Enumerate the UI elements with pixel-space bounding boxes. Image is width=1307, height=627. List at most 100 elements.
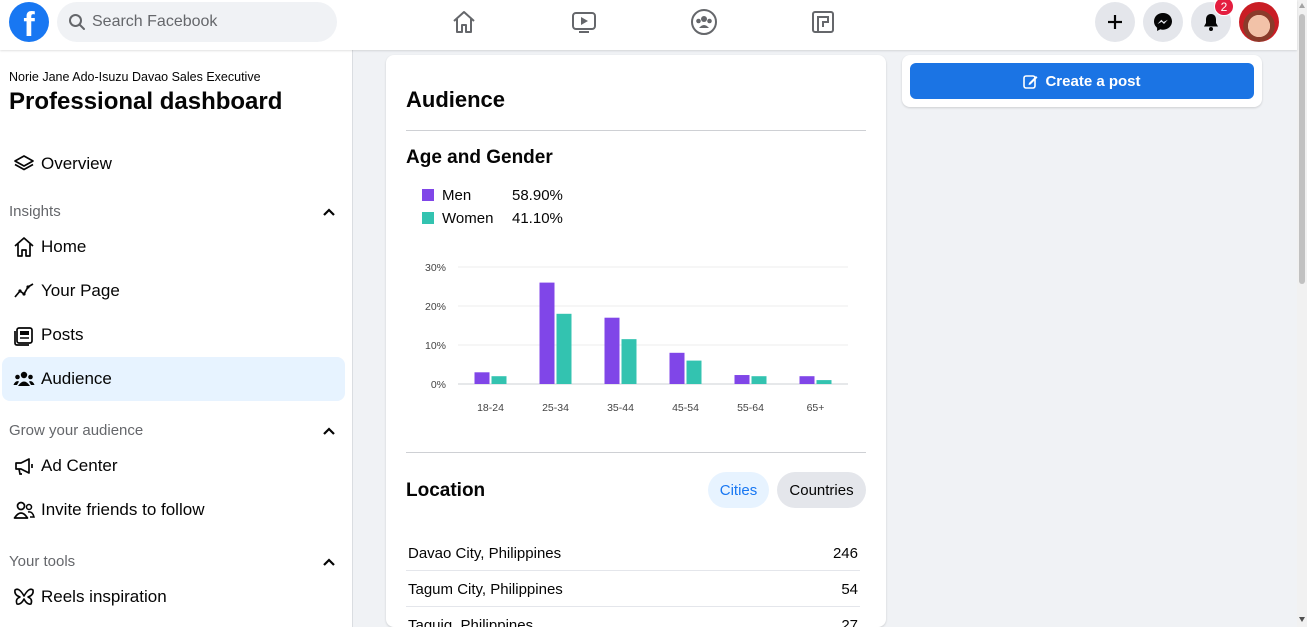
legend-swatch — [422, 212, 434, 224]
sidebar-item-your-page[interactable]: Your Page — [2, 269, 345, 313]
section-heading: Grow your audience — [9, 422, 144, 439]
bar-women-65+ — [816, 380, 832, 384]
tab-countries[interactable]: Countries — [777, 472, 866, 508]
section-heading: Your tools — [9, 553, 76, 570]
sidebar-item-invite-friends[interactable]: Invite friends to follow — [2, 488, 345, 532]
messenger-button[interactable] — [1143, 2, 1183, 42]
sidebar-item-label: Your Page — [41, 281, 120, 300]
groups-icon — [691, 9, 717, 35]
chevron-up-icon[interactable] — [322, 555, 336, 569]
location-row: Davao City, Philippines 246 — [406, 535, 860, 571]
page-scrollbar[interactable] — [1297, 0, 1307, 627]
scroll-up-arrow-icon[interactable] — [1299, 3, 1305, 8]
location-row: Tagum City, Philippines 54 — [406, 571, 860, 607]
legend-item-women: Women 41.10% — [422, 208, 563, 228]
gaming-nav-button[interactable] — [803, 6, 843, 38]
bar-men-25-34 — [539, 282, 555, 384]
search-icon — [69, 14, 85, 30]
sidebar-item-audience[interactable]: Audience — [2, 357, 345, 401]
x-tick-label: 55-64 — [737, 402, 764, 414]
bar-men-35-44 — [604, 317, 620, 384]
sidebar-item-overview[interactable]: Overview — [2, 142, 345, 186]
bar-women-25-34 — [556, 313, 572, 384]
home-icon — [453, 11, 475, 33]
facebook-logo-icon[interactable]: f — [9, 2, 49, 42]
y-tick-label: 30% — [425, 262, 446, 274]
sidebar-item-label: Ad Center — [41, 456, 118, 475]
tab-cities[interactable]: Cities — [708, 472, 769, 508]
legend-swatch — [422, 189, 434, 201]
messenger-icon — [1154, 13, 1172, 31]
bar-men-55-64 — [734, 375, 750, 384]
groups-nav-button[interactable] — [684, 6, 724, 38]
x-tick-label: 65+ — [807, 402, 825, 414]
layers-icon — [2, 153, 40, 175]
location-city: Davao City, Philippines — [408, 545, 562, 562]
location-city: Tagum City, Philippines — [408, 581, 563, 598]
y-tick-label: 20% — [425, 301, 446, 313]
location-row: Taguig, Philippines 27 — [406, 607, 860, 627]
divider — [406, 130, 866, 131]
bar-men-65+ — [799, 376, 815, 384]
legend-percent: 58.90% — [512, 186, 563, 204]
gaming-icon — [812, 11, 834, 33]
page-owner-subtitle: Norie Jane Ado-Isuzu Davao Sales Executi… — [9, 70, 261, 84]
create-post-button[interactable]: Create a post — [910, 63, 1254, 99]
y-tick-label: 0% — [431, 379, 446, 391]
age-gender-heading: Age and Gender — [406, 147, 553, 168]
sidebar-item-label: Audience — [41, 369, 112, 388]
bar-women-55-64 — [751, 376, 767, 384]
y-tick-label: 10% — [425, 340, 446, 352]
x-tick-label: 25-34 — [542, 402, 569, 414]
megaphone-icon — [2, 455, 40, 477]
legend-label: Men — [442, 186, 472, 204]
scrollbar-thumb[interactable] — [1299, 14, 1305, 284]
insights-section-header[interactable]: Insights — [9, 203, 339, 220]
location-city: Taguig, Philippines — [408, 617, 534, 627]
audience-card: Audience Age and Gender Men 58.90% Women… — [386, 55, 886, 627]
bell-icon — [1204, 14, 1218, 31]
create-post-card: Create a post — [902, 55, 1262, 107]
watch-nav-button[interactable] — [564, 6, 604, 38]
age-gender-bar-chart: 0% 10% 20% 30% 18-24 25-34 35-44 45-54 55-64 65+ — [425, 262, 848, 414]
divider — [406, 452, 866, 453]
sidebar-item-posts[interactable]: Posts — [2, 313, 345, 357]
video-icon — [572, 12, 596, 33]
chevron-up-icon[interactable] — [322, 205, 336, 219]
create-post-label: Create a post — [1045, 72, 1141, 90]
legend-item-men: Men 58.90% — [422, 185, 563, 205]
invite-friends-icon — [2, 499, 40, 521]
tools-section-header[interactable]: Your tools — [9, 553, 339, 570]
location-count: 54 — [841, 581, 858, 598]
legend-label: Women — [442, 209, 494, 227]
chevron-up-icon[interactable] — [322, 424, 336, 438]
sidebar-item-ad-center[interactable]: Ad Center — [2, 444, 345, 488]
create-menu-button[interactable] — [1095, 2, 1135, 42]
sidebar-item-label: Reels inspiration — [41, 587, 167, 606]
grow-section-header[interactable]: Grow your audience — [9, 422, 339, 439]
location-heading: Location — [406, 480, 486, 501]
dashboard-sidebar: Norie Jane Ado-Isuzu Davao Sales Executi… — [0, 50, 353, 627]
sidebar-item-label: Home — [41, 237, 87, 256]
home-nav-button[interactable] — [444, 6, 484, 38]
plus-icon — [1108, 15, 1122, 29]
top-navigation-bar: f 2 — [0, 0, 1297, 50]
home-outline-icon — [2, 236, 40, 258]
people-icon — [2, 368, 40, 390]
bar-women-45-54 — [686, 360, 702, 384]
x-tick-label: 45-54 — [672, 402, 699, 414]
sidebar-item-label: Invite friends to follow — [41, 500, 205, 519]
butterfly-icon — [2, 586, 40, 608]
location-count: 246 — [832, 545, 858, 562]
dashboard-title: Professional dashboard — [9, 88, 283, 115]
search-box[interactable] — [57, 2, 337, 42]
scroll-down-arrow-icon[interactable] — [1299, 617, 1305, 622]
legend-percent: 41.10% — [512, 209, 563, 227]
sidebar-item-reels-inspiration[interactable]: Reels inspiration — [2, 575, 345, 619]
bar-men-45-54 — [669, 352, 685, 384]
search-input[interactable] — [92, 2, 322, 42]
profile-avatar[interactable] — [1239, 2, 1279, 42]
page-title: Audience — [406, 87, 506, 112]
location-count: 27 — [841, 617, 858, 627]
sidebar-item-home[interactable]: Home — [2, 225, 345, 269]
